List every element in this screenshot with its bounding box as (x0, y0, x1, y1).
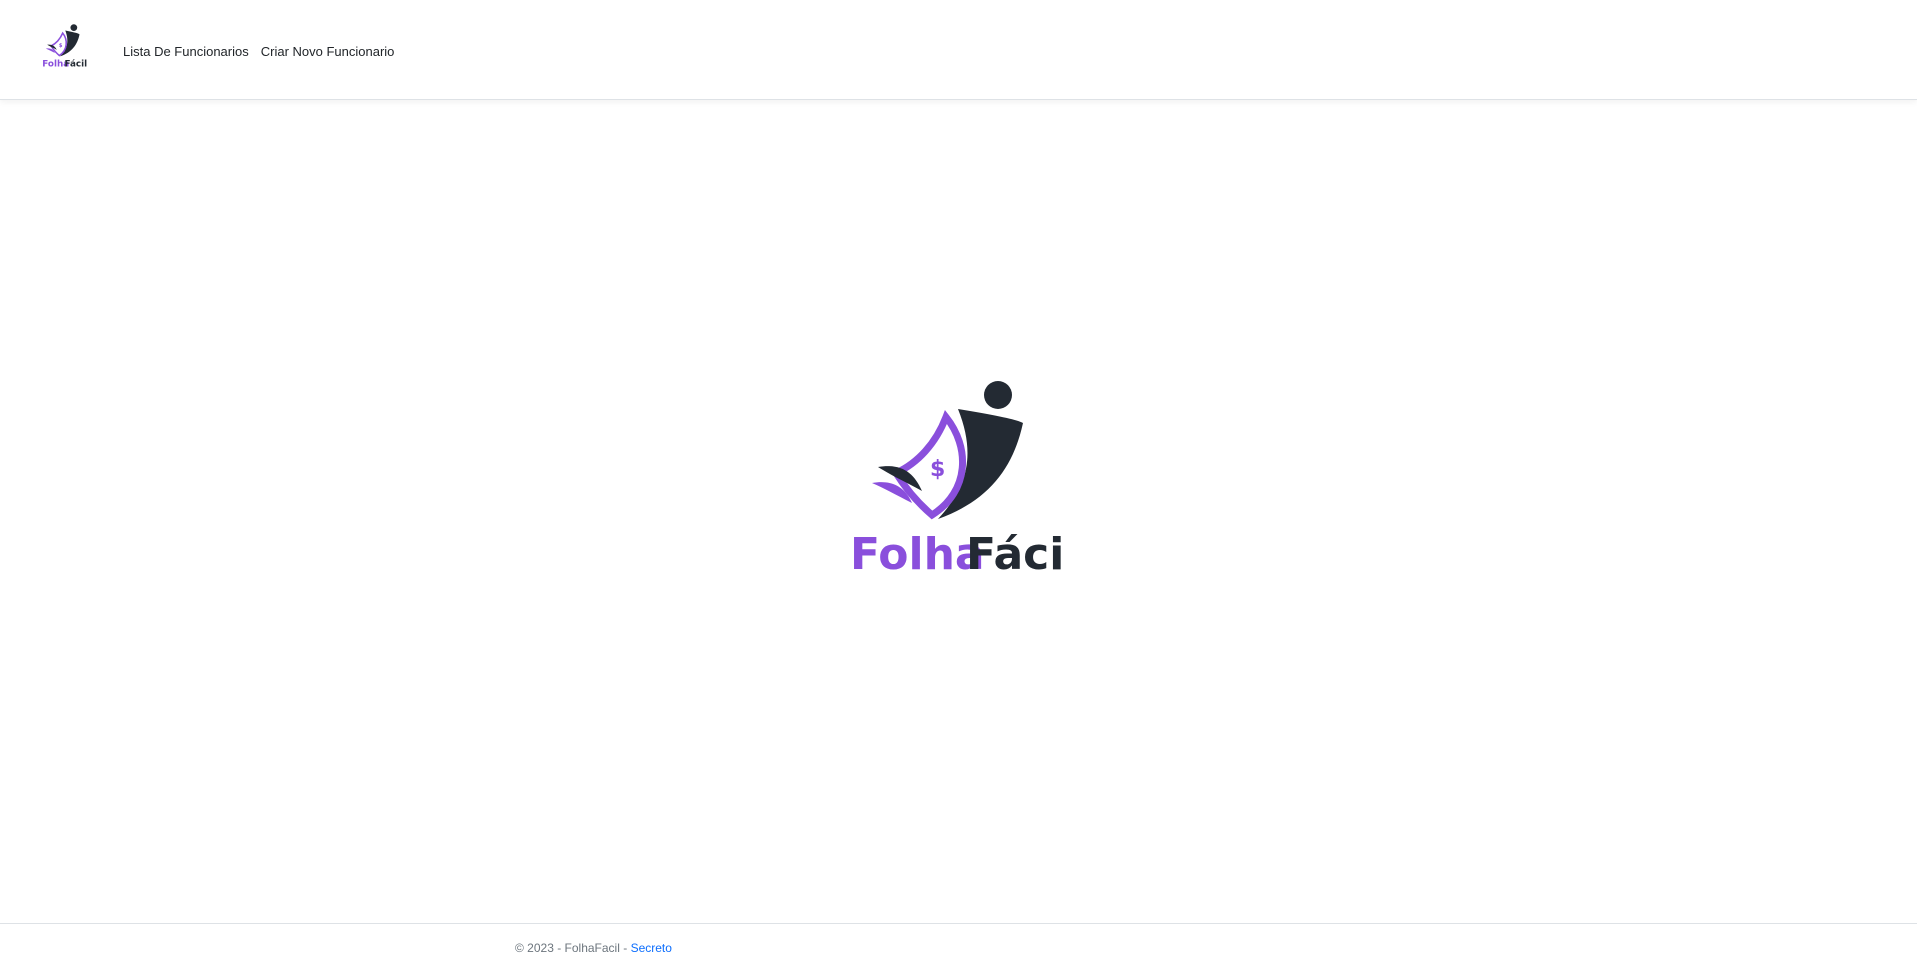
svg-text:$: $ (930, 457, 945, 482)
nav-link-criar-funcionario[interactable]: Criar Novo Funcionario (261, 44, 395, 59)
svg-text:$: $ (59, 43, 63, 49)
svg-text:Fácil: Fácil (65, 60, 88, 68)
hero-logo: $ Folha Fácil (848, 379, 1068, 579)
brand-logo-link[interactable]: $ Folha Fácil (40, 24, 88, 68)
nav-links: Lista De Funcionarios Criar Novo Funcion… (123, 41, 394, 61)
folhafacil-logo-icon: $ Folha Fácil (42, 24, 88, 68)
top-navbar: $ Folha Fácil Lista De Funcionarios Cria… (0, 0, 1917, 100)
nav-link-lista-funcionarios[interactable]: Lista De Funcionarios (123, 44, 249, 59)
footer-secreto-link[interactable]: Secreto (631, 941, 672, 955)
svg-text:Folha: Folha (850, 529, 985, 579)
svg-text:Fácil: Fácil (966, 529, 1068, 579)
folhafacil-hero-logo-icon: $ Folha Fácil (850, 381, 1068, 579)
footer-text: © 2023 - FolhaFacil - Secreto (515, 941, 672, 955)
page-footer: © 2023 - FolhaFacil - Secreto (0, 923, 1917, 971)
main-content: $ Folha Fácil (0, 101, 1917, 923)
footer-copyright: © 2023 - FolhaFacil - (515, 941, 631, 955)
